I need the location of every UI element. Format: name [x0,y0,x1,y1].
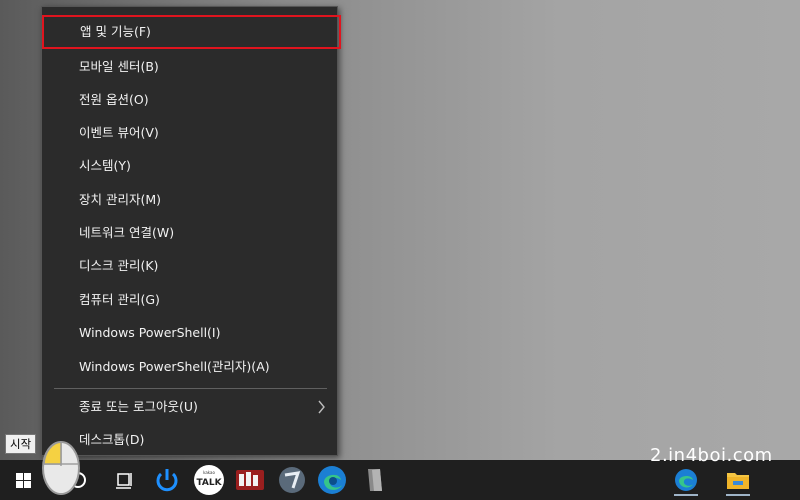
mouse-cursor-icon [40,436,82,500]
menu-item-powershell-admin[interactable]: Windows PowerShell(관리자)(A) [42,351,337,383]
menu-item-label: Windows PowerShell(관리자)(A) [79,359,270,374]
taskbar: kakao TALK [0,460,800,500]
menu-item-system[interactable]: 시스템(Y) [42,150,337,182]
watermark: 2.in4boi.com [650,445,773,466]
menu-item-label: 종료 또는 로그아웃(U) [79,399,198,414]
menu-item-device-manager[interactable]: 장치 관리자(M) [42,184,337,216]
file-explorer-icon[interactable] [722,464,754,496]
menu-item-disk-management[interactable]: 디스크 관리(K) [42,250,337,282]
active-indicator [726,494,750,496]
talk-text: TALK [196,478,222,488]
menu-item-label: 모바일 센터(B) [79,59,159,74]
menu-item-shutdown-signout[interactable]: 종료 또는 로그아웃(U) [42,391,337,423]
menu-item-label: 컴퓨터 관리(G) [79,292,160,307]
menu-item-desktop[interactable]: 데스크톱(D) [42,424,337,456]
menu-item-label: 앱 및 기능(F) [80,24,151,39]
menu-item-label: 네트워크 연결(W) [79,225,175,240]
kakao-text: kakao [203,470,215,475]
menu-item-label: 이벤트 뷰어(V) [79,125,159,140]
menu-item-label: Windows PowerShell(I) [79,325,221,340]
menu-separator [54,388,327,389]
edge-icon[interactable] [316,464,348,496]
windows-start-icon [16,473,32,489]
menu-item-label: 데스크톱(D) [79,432,145,447]
edge-pinned-icon[interactable] [670,464,702,496]
menu-item-mobility-center[interactable]: 모바일 센터(B) [42,51,337,83]
start-tooltip: 시작 [5,434,37,454]
menu-item-computer-management[interactable]: 컴퓨터 관리(G) [42,284,337,316]
active-indicator [674,494,698,496]
power-app-icon[interactable] [151,464,183,496]
kakaotalk-icon[interactable]: kakao TALK [193,464,225,496]
task-view-icon[interactable] [108,464,140,496]
browser-icon[interactable] [276,464,308,496]
music-player-icon[interactable] [234,464,266,496]
menu-item-label: 장치 관리자(M) [79,192,162,207]
menu-item-label: 시스템(Y) [79,158,131,173]
menu-item-event-viewer[interactable]: 이벤트 뷰어(V) [42,117,337,149]
menu-item-power-options[interactable]: 전원 옵션(O) [42,84,337,116]
menu-item-label: 디스크 관리(K) [79,258,159,273]
winx-context-menu: 앱 및 기능(F) 모바일 센터(B) 전원 옵션(O) 이벤트 뷰어(V) 시… [41,6,341,456]
menu-item-apps-features[interactable]: 앱 및 기능(F) [42,15,341,49]
file-icon[interactable] [358,464,390,496]
menu-item-label: 전원 옵션(O) [79,92,149,107]
menu-item-network-connections[interactable]: 네트워크 연결(W) [42,217,337,249]
menu-item-powershell[interactable]: Windows PowerShell(I) [42,317,337,349]
